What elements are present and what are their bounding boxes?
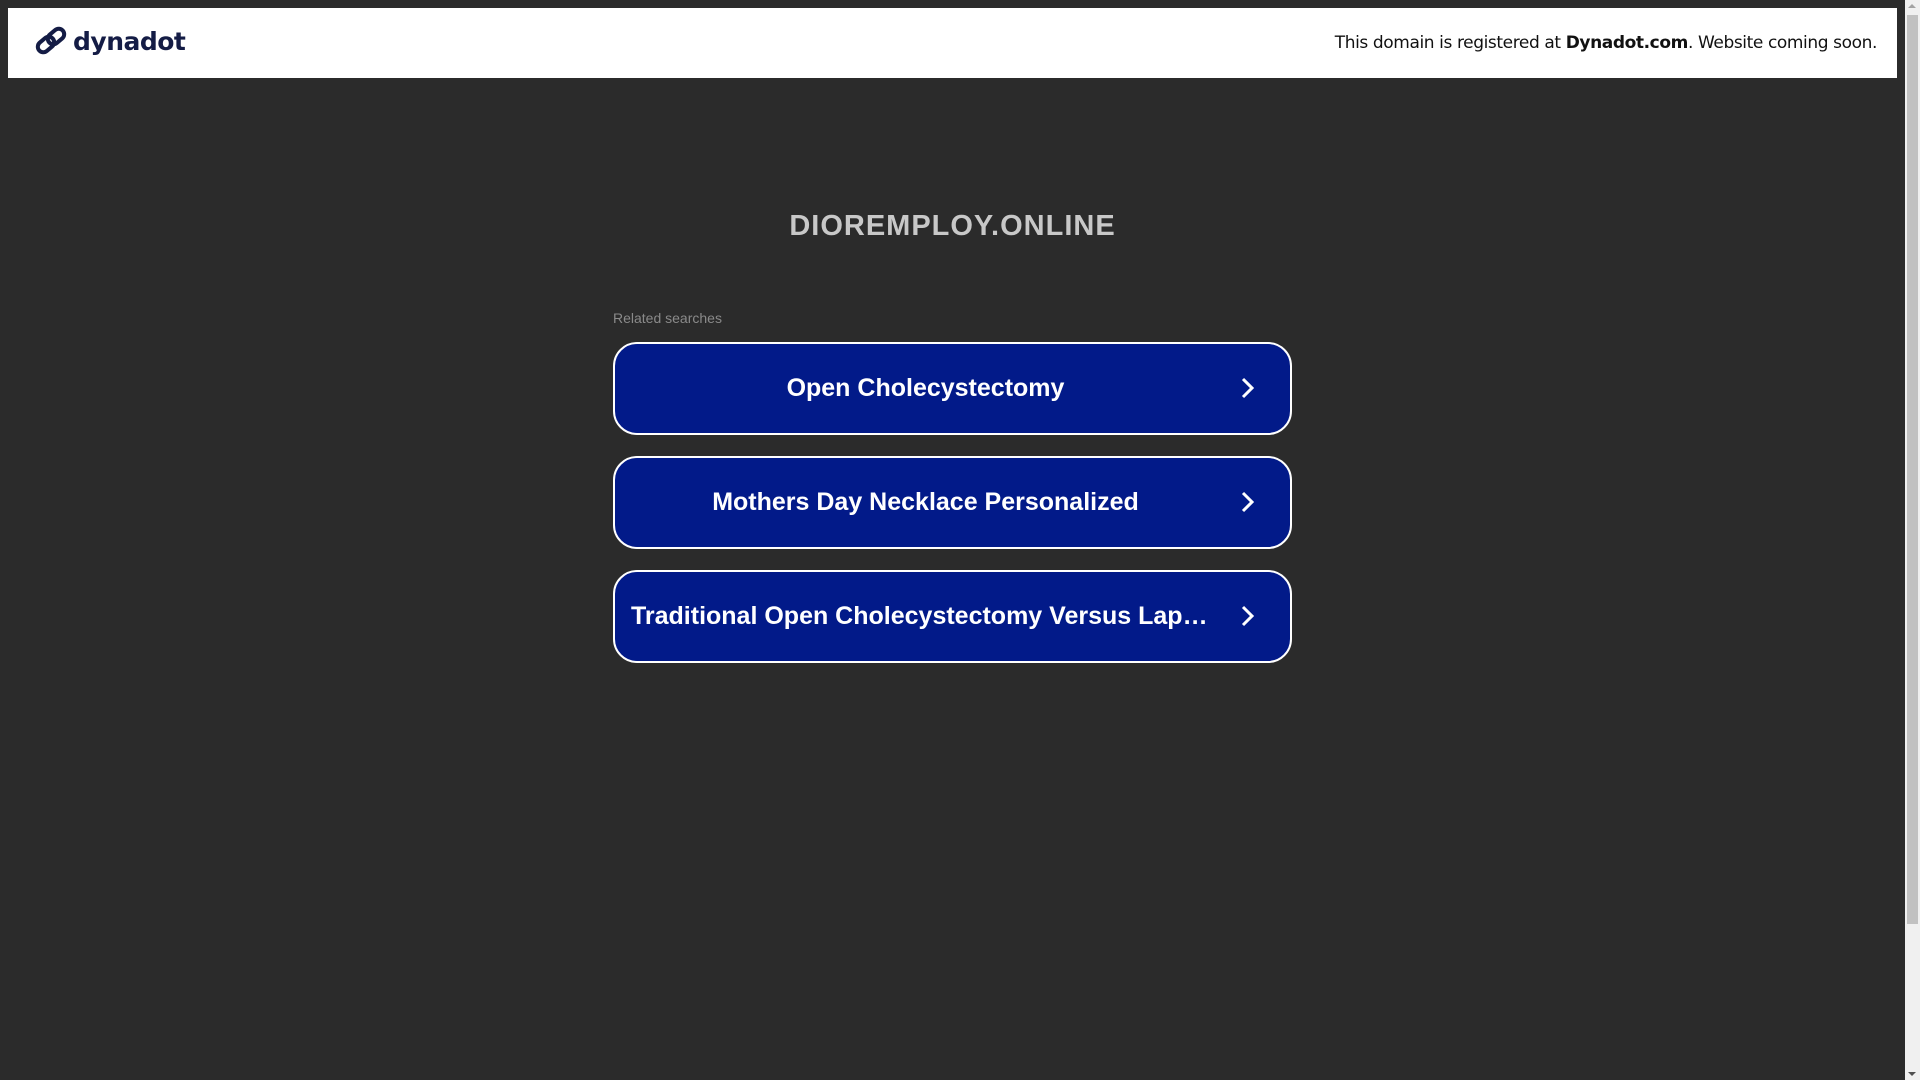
search-link-mothers-day-necklace[interactable]: Mothers Day Necklace Personalized	[613, 456, 1292, 549]
dynadot-link[interactable]: Dynadot.com	[1566, 33, 1689, 53]
search-link-open-cholecystectomy[interactable]: Open Cholecystectomy	[613, 342, 1292, 435]
search-link-label: Open Cholecystectomy	[786, 374, 1065, 402]
top-banner: dynadot This domain is registered at Dyn…	[8, 8, 1897, 78]
scroll-down-arrow-icon[interactable]	[1908, 1072, 1916, 1076]
search-link-traditional-open-cholecystectomy[interactable]: Traditional Open Cholecystectomy Versus …	[613, 570, 1292, 663]
domain-title: DIOREMPLOY.ONLINE	[789, 210, 1116, 242]
chevron-right-icon	[1241, 491, 1255, 513]
related-searches-label: Related searches	[613, 310, 722, 326]
search-link-label: Traditional Open Cholecystectomy Versus …	[631, 602, 1290, 630]
notice-suffix: . Website coming soon.	[1687, 33, 1877, 53]
search-link-label: Mothers Day Necklace Personalized	[712, 488, 1139, 516]
vertical-scrollbar[interactable]	[1905, 0, 1920, 1080]
chevron-right-icon	[1241, 377, 1255, 399]
chain-link-icon	[35, 26, 67, 55]
scrollbar-thumb[interactable]	[1907, 15, 1918, 924]
registration-notice: This domain is registered at Dynadot.com…	[1334, 33, 1878, 53]
chevron-right-icon	[1241, 605, 1255, 627]
notice-prefix: This domain is registered at	[1334, 33, 1566, 53]
logo-text: dynadot	[73, 26, 186, 56]
scroll-up-arrow-icon[interactable]	[1908, 4, 1916, 8]
dynadot-logo[interactable]: dynadot	[35, 25, 186, 57]
